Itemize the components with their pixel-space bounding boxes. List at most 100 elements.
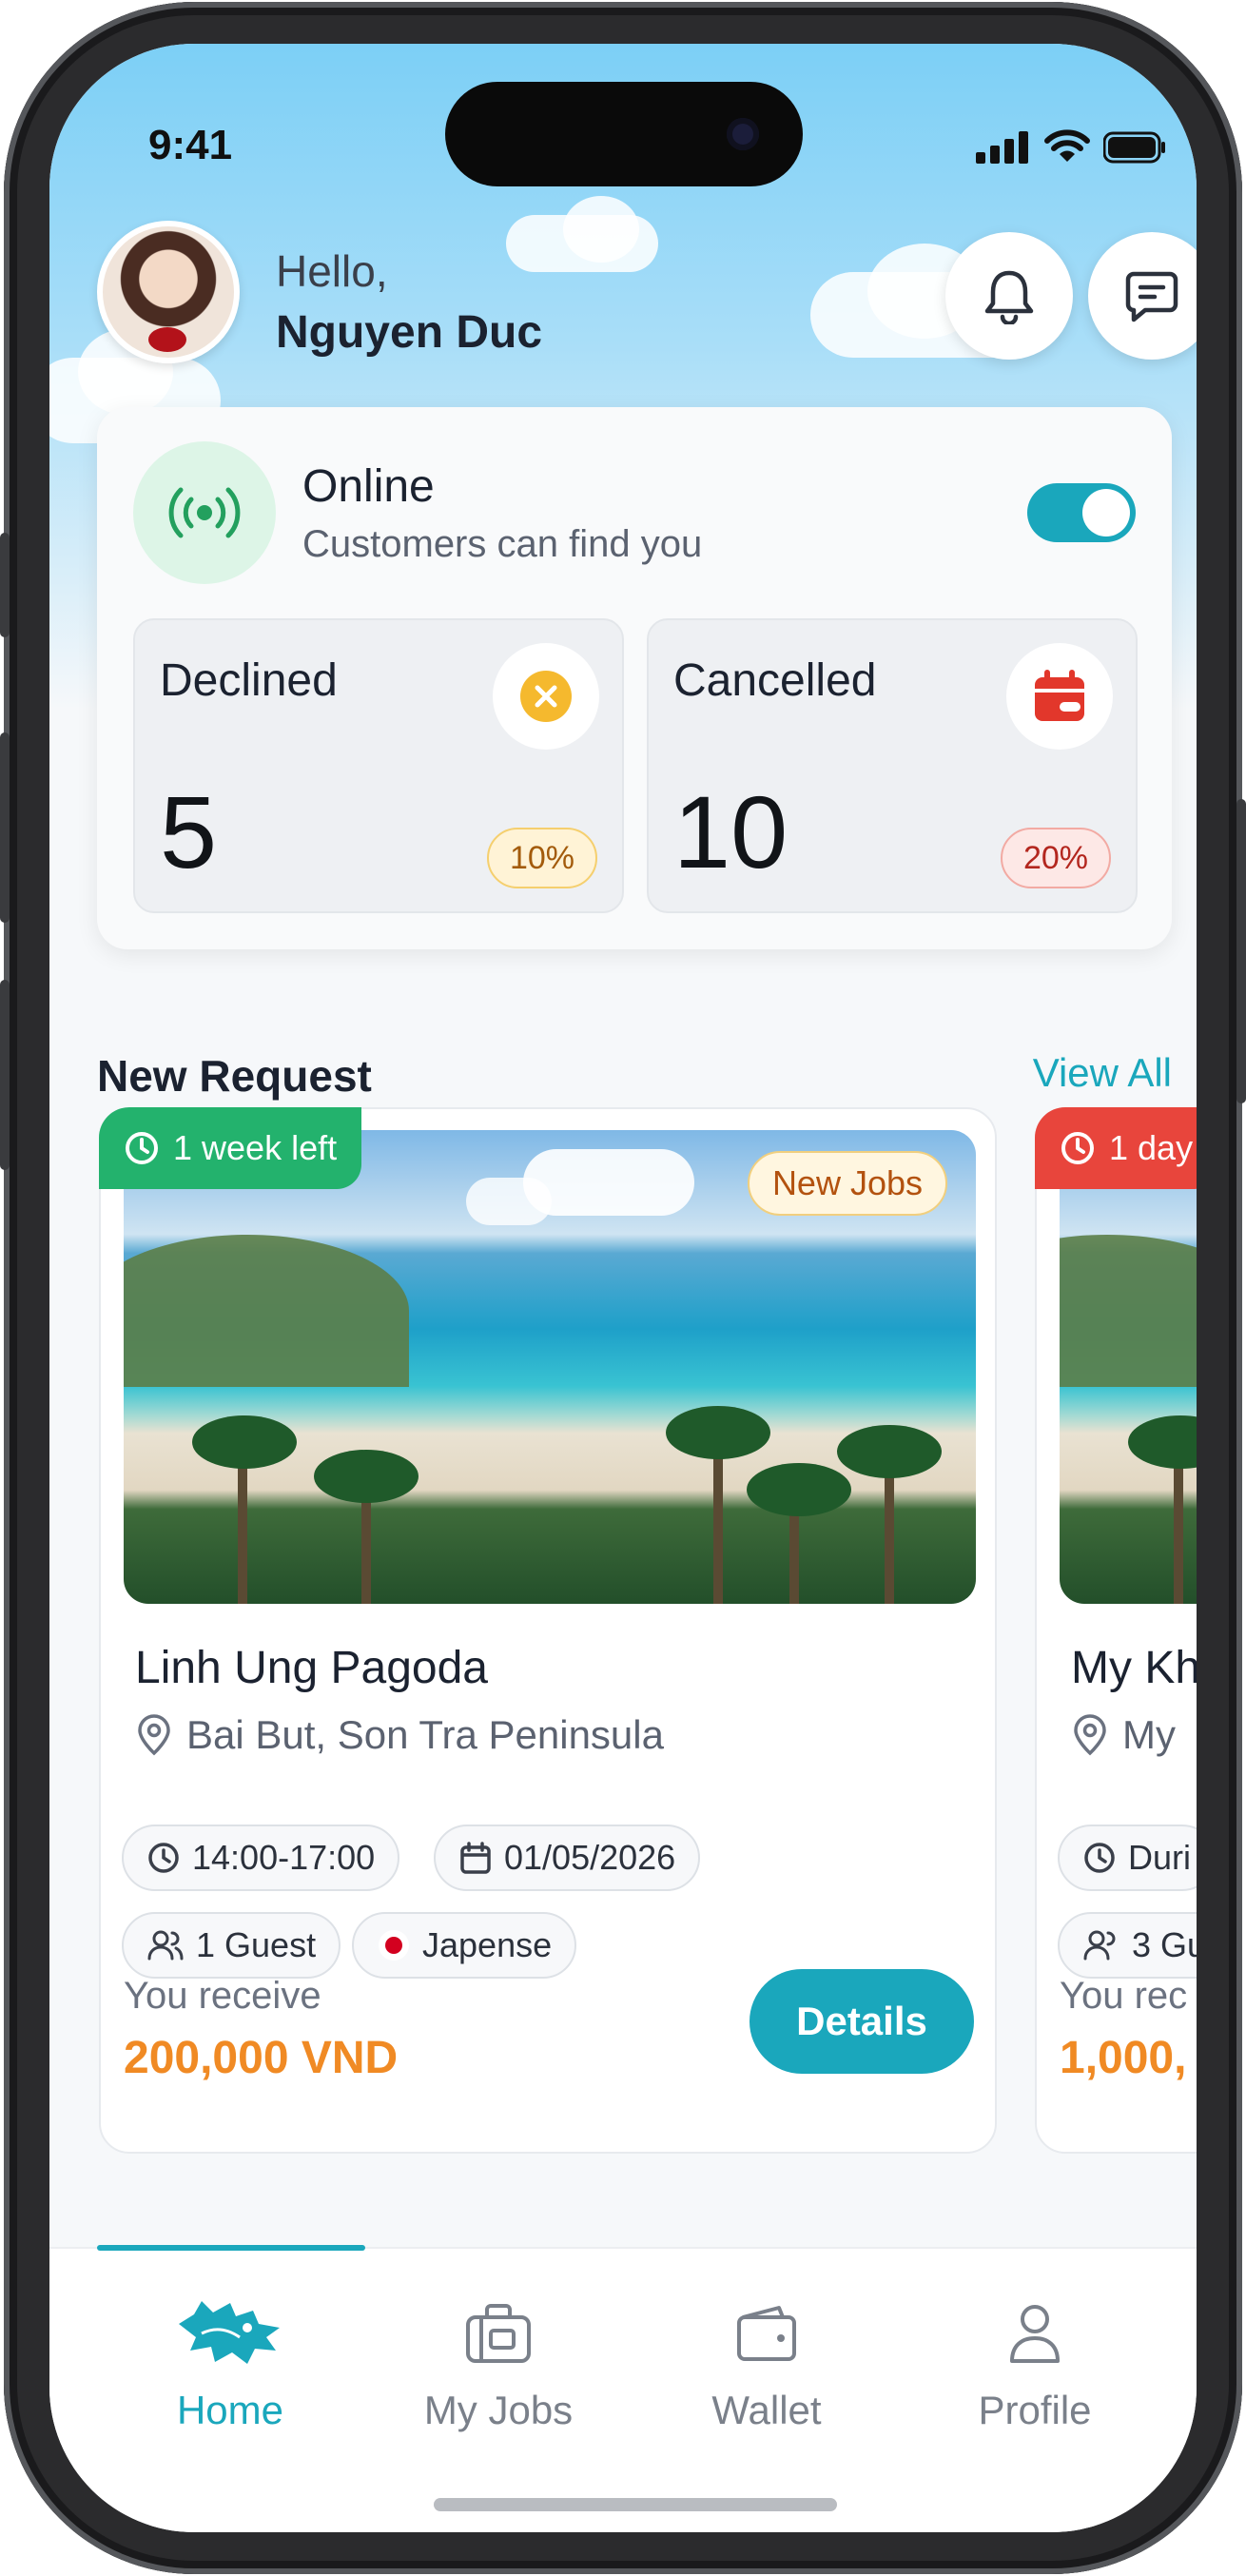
tab-label: My Jobs [423, 2388, 574, 2432]
palm-frond [192, 1415, 297, 1469]
date-chip: 01/05/2026 [434, 1825, 701, 1891]
clock-icon [1061, 1132, 1094, 1164]
time-text: Duri [1128, 1838, 1192, 1877]
chat-icon [1125, 271, 1178, 322]
message-button[interactable] [1088, 232, 1197, 360]
tab-label: Wallet [711, 2388, 822, 2432]
job-card[interactable]: 1 week left New Jobs Linh Ung Pagoda Bai… [99, 1107, 997, 2154]
tab-wallet[interactable]: Wallet [633, 2291, 900, 2433]
availability-card: Online Customers can find you Declined 5… [97, 407, 1172, 949]
tab-my-jobs[interactable]: My Jobs [365, 2291, 632, 2433]
status-bar: 9:41 [49, 82, 1197, 168]
signal-icon [976, 131, 1028, 164]
bell-icon [984, 270, 1034, 324]
wallet-icon [633, 2291, 900, 2376]
dragon-logo-icon [97, 2291, 363, 2376]
new-jobs-badge: New Jobs [747, 1151, 947, 1216]
stat-label: Cancelled [673, 655, 877, 706]
language-text: Japense [422, 1925, 553, 1964]
calendar-cancel-icon [1006, 643, 1113, 750]
stat-percent-badge: 20% [1000, 828, 1111, 888]
tab-profile[interactable]: Profile [902, 2291, 1168, 2433]
x-circle-icon [493, 643, 599, 750]
battery-icon [1103, 131, 1165, 164]
palm-frond [837, 1425, 942, 1478]
rose-icon [148, 327, 186, 352]
job-location: Bai But, Son Tra Peninsula [135, 1712, 664, 1758]
side-button-volume-down [0, 980, 10, 1170]
job-title: My Kh [1071, 1643, 1197, 1693]
app-screen: 9:41 Hello, Nguyen Duc Online Customers … [49, 44, 1197, 2532]
tab-label: Profile [978, 2388, 1092, 2432]
header: Hello, Nguyen Duc [97, 221, 1197, 363]
job-location-text: Bai But, Son Tra Peninsula [186, 1712, 664, 1757]
japan-flag-icon [379, 1930, 409, 1961]
cloud [466, 1178, 552, 1225]
job-photo [1060, 1130, 1197, 1604]
location-pin-icon [138, 1714, 170, 1756]
time-text: 14:00-17:00 [192, 1838, 376, 1877]
online-toggle[interactable] [1027, 483, 1136, 542]
guests-chip: 3 Gu [1058, 1912, 1197, 1979]
job-location: My [1071, 1712, 1176, 1758]
palm-frond [747, 1463, 851, 1516]
home-indicator[interactable] [434, 2498, 837, 2511]
avatar[interactable] [97, 221, 240, 363]
guests-chip: 1 Guest [122, 1912, 341, 1979]
greeting: Hello, [276, 246, 388, 296]
wifi-icon [1044, 129, 1090, 162]
briefcase-icon [365, 2291, 632, 2376]
online-subtitle: Customers can find you [302, 523, 703, 565]
view-all-link[interactable]: View All [1033, 1050, 1172, 1096]
job-title: Linh Ung Pagoda [135, 1643, 488, 1693]
tab-bar: Home My Jobs Wallet Profile [49, 2245, 1197, 2532]
users-icon [147, 1930, 184, 1961]
job-location-text: My [1122, 1712, 1176, 1757]
deadline-text: 1 week left [173, 1128, 338, 1167]
hill-shape [1060, 1235, 1197, 1387]
date-text: 01/05/2026 [504, 1838, 676, 1877]
broadcast-icon [133, 441, 276, 584]
tab-home[interactable]: Home [97, 2291, 363, 2433]
stat-label: Declined [160, 655, 338, 706]
time-chip: Duri [1058, 1825, 1197, 1891]
section-title: New Request [97, 1051, 372, 1101]
notification-button[interactable] [945, 232, 1073, 360]
guests-text: 1 Guest [196, 1925, 317, 1964]
side-button-volume-up [0, 732, 10, 923]
guests-text: 3 Gu [1132, 1925, 1197, 1964]
stat-declined[interactable]: Declined 5 10% [133, 618, 624, 913]
deadline-badge: 1 week left [99, 1107, 362, 1189]
time-chip: 14:00-17:00 [122, 1825, 400, 1891]
palm-frond [1128, 1415, 1197, 1469]
palm-frond [666, 1406, 770, 1459]
side-button-power [1236, 799, 1246, 1103]
receive-label: You rec [1060, 1975, 1188, 2017]
clock-icon [126, 1132, 158, 1164]
status-time: 9:41 [148, 122, 233, 168]
receive-amount: 1,000, [1060, 2033, 1187, 2083]
location-pin-icon [1074, 1714, 1106, 1756]
tab-label: Home [176, 2388, 284, 2432]
language-chip: Japense [352, 1912, 577, 1979]
details-button[interactable]: Details [750, 1969, 974, 2074]
stat-cancelled[interactable]: Cancelled 10 20% [647, 618, 1138, 913]
toggle-knob [1082, 489, 1130, 537]
receive-amount: 200,000 VND [124, 2033, 399, 2083]
deadline-badge: 1 day [1035, 1107, 1197, 1189]
side-button-mute [0, 533, 10, 637]
job-card[interactable]: 1 day My Kh My Duri 3 G You rec 1,000, [1035, 1107, 1197, 2154]
stat-value: 10 [673, 774, 788, 889]
palm-frond [314, 1450, 419, 1503]
clock-icon [1084, 1843, 1115, 1873]
clock-icon [148, 1843, 179, 1873]
active-tab-indicator [97, 2245, 365, 2251]
stat-percent-badge: 10% [486, 828, 597, 888]
online-title: Online [302, 461, 435, 512]
status-icons [976, 129, 1166, 164]
stat-value: 5 [160, 774, 218, 889]
hill-shape [124, 1235, 409, 1387]
calendar-icon [460, 1842, 491, 1874]
user-icon [902, 2291, 1168, 2376]
user-name: Nguyen Duc [276, 307, 543, 358]
